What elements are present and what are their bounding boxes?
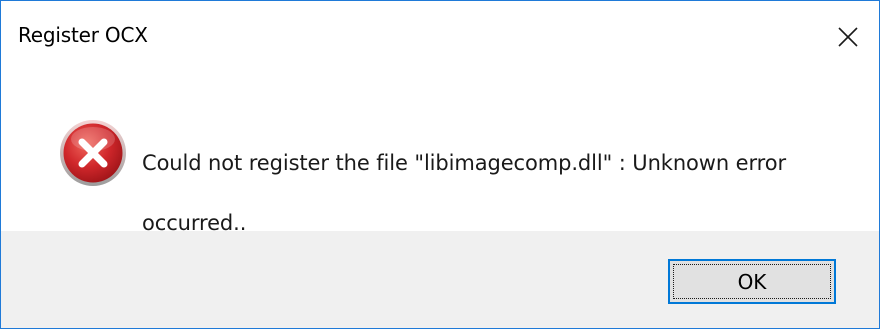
dialog-footer: OK — [1, 231, 879, 328]
title-bar: Register OCX — [1, 1, 879, 73]
error-message-line-1: Could not register the file "libimagecom… — [142, 151, 786, 175]
close-button[interactable] — [817, 1, 879, 73]
close-icon — [838, 27, 858, 47]
register-ocx-dialog: Register OCX Could not register the file… — [0, 0, 880, 329]
ok-button[interactable]: OK — [668, 259, 836, 304]
window-title: Register OCX — [18, 23, 148, 47]
dialog-content: Could not register the file "libimagecom… — [1, 73, 879, 235]
error-icon — [60, 120, 126, 186]
